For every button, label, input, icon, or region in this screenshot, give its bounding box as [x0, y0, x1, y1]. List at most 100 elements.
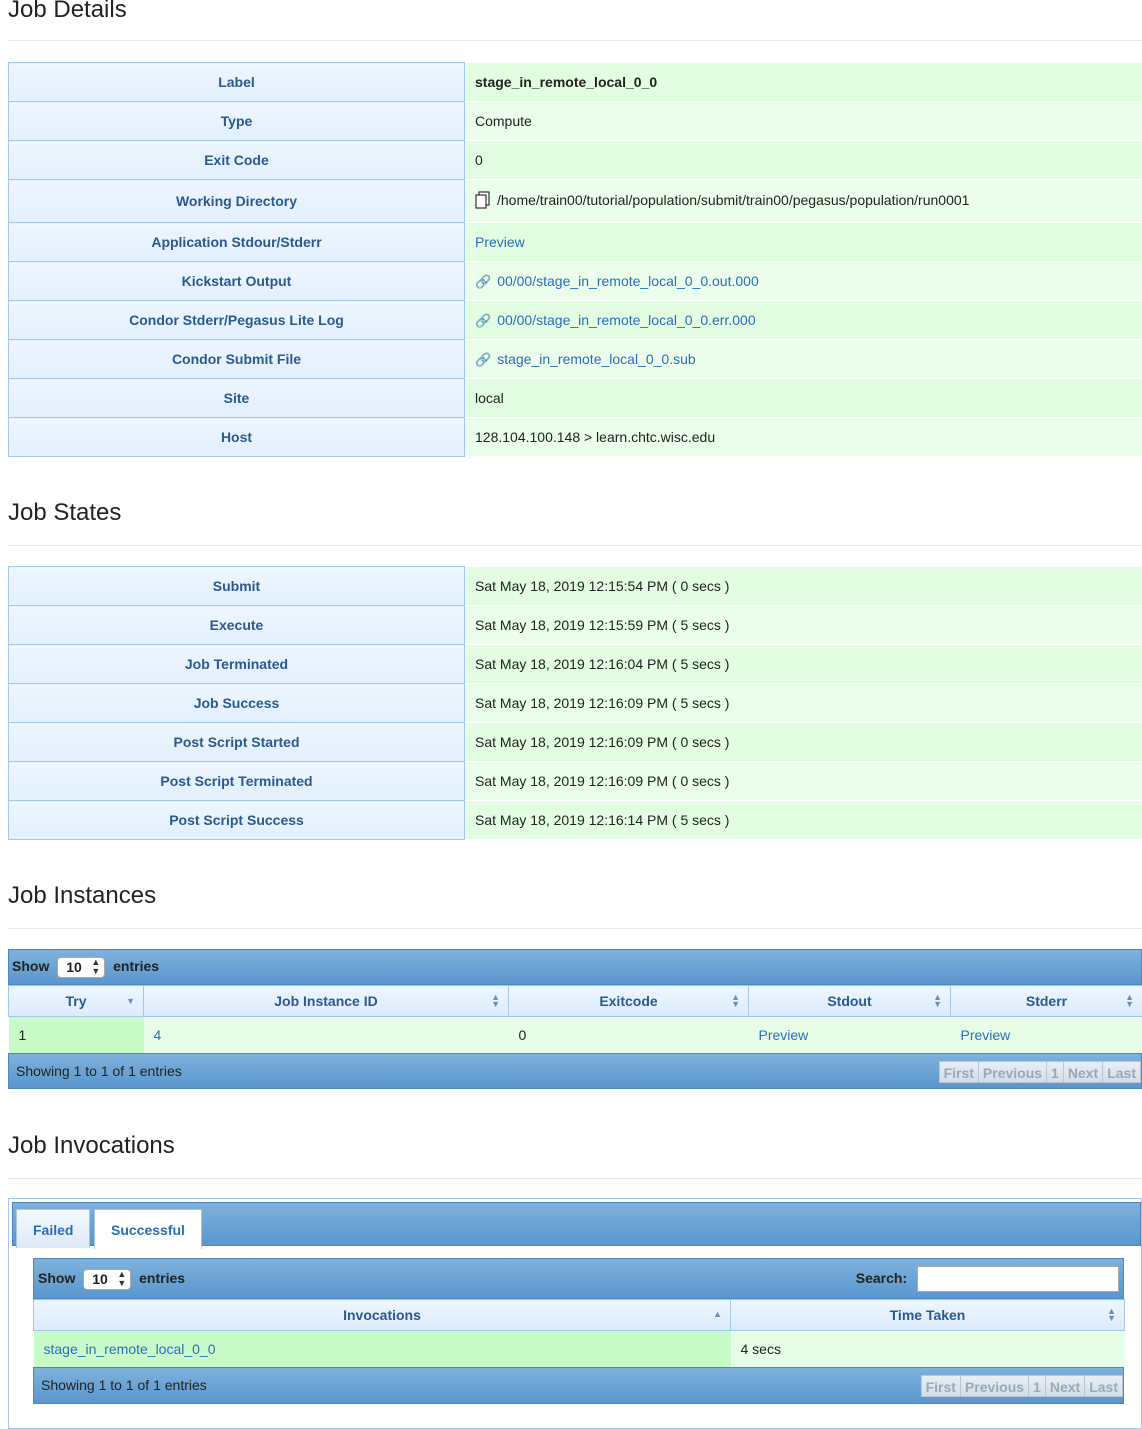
last-button[interactable]: Last [1102, 1061, 1141, 1083]
detail-value-submit-file: 🔗 stage_in_remote_local_0_0.sub [464, 339, 1142, 379]
state-key: Execute [8, 605, 465, 645]
detail-row-submit-file: Condor Submit File 🔗 stage_in_remote_loca… [8, 339, 1142, 379]
detail-row-exit-code: Exit Code 0 [8, 140, 1142, 180]
tab-failed[interactable]: Failed [16, 1209, 91, 1248]
state-row: Job Success Sat May 18, 2019 12:16:09 PM… [8, 683, 1142, 723]
detail-value-label: stage_in_remote_local_0_0 [464, 62, 1142, 102]
tab-successful[interactable]: Successful [94, 1209, 202, 1249]
page-size-select[interactable]: 10 ▲ ▼ [83, 1268, 132, 1290]
select-arrows-icon: ▲ ▼ [117, 1268, 127, 1288]
invocations-length-bar: Show 10 ▲ ▼ entries Search: [33, 1258, 1124, 1299]
state-key: Job Success [8, 683, 465, 723]
working-directory-path: /home/train00/tutorial/population/submit… [497, 191, 970, 208]
detail-row-host: Host 128.104.100.148 > learn.chtc.wisc.e… [8, 417, 1142, 457]
link-icon: 🔗 [475, 351, 492, 367]
clipboard-icon[interactable] [475, 190, 491, 212]
column-header-exitcode[interactable]: Exitcode ▲ ▼ [508, 985, 749, 1017]
cell-stdout: Preview [748, 1016, 951, 1053]
instances-table: Try ▼ Job Instance ID ▲ ▼ Exitcode ▲ ▼ Stdout… [8, 985, 1142, 1053]
column-header-time-taken[interactable]: Time Taken ▲ ▼ [730, 1299, 1125, 1331]
stdout-preview-link[interactable]: Preview [759, 1027, 809, 1043]
show-label: Show [12, 958, 50, 974]
detail-value-working-directory: /home/train00/tutorial/population/submit… [464, 179, 1142, 223]
detail-row-type: Type Compute [8, 101, 1142, 141]
job-states-table: Submit Sat May 18, 2019 12:15:54 PM ( 0 … [8, 566, 1142, 840]
column-header-invocations[interactable]: Invocations ▲ [33, 1299, 731, 1331]
instances-info-bar: Showing 1 to 1 of 1 entries First Previo… [8, 1053, 1142, 1089]
column-header-stderr[interactable]: Stderr ▲ ▼ [950, 985, 1142, 1017]
detail-key: Site [8, 378, 465, 418]
sort-both-icon: ▲ ▼ [1107, 1306, 1116, 1323]
link-icon: 🔗 [475, 312, 492, 328]
detail-key: Application Stdour/Stderr [8, 222, 465, 262]
divider [8, 545, 1142, 546]
tab-strip: Failed Successful [12, 1202, 1141, 1249]
invocation-link[interactable]: stage_in_remote_local_0_0 [44, 1341, 216, 1357]
detail-row-working-directory: Working Directory /home/train00/tutorial… [8, 179, 1142, 223]
detail-value-kickstart: 🔗 00/00/stage_in_remote_local_0_0.out.000 [464, 261, 1142, 301]
job-details-title: Job Details [8, 0, 127, 23]
cell-stderr: Preview [950, 1016, 1142, 1053]
detail-row-site: Site local [8, 378, 1142, 418]
kickstart-output-link[interactable]: 00/00/stage_in_remote_local_0_0.out.000 [497, 273, 759, 289]
table-row: 1 4 0 Preview Preview [8, 1016, 1142, 1053]
page-button[interactable]: 1 [1028, 1375, 1046, 1397]
detail-key: Working Directory [8, 179, 465, 223]
condor-submit-file-link[interactable]: stage_in_remote_local_0_0.sub [497, 351, 695, 367]
state-value: Sat May 18, 2019 12:16:09 PM ( 0 secs ) [464, 722, 1142, 762]
detail-value-host: 128.104.100.148 > learn.chtc.wisc.edu [464, 417, 1142, 457]
next-button[interactable]: Next [1062, 1061, 1104, 1083]
stderr-preview-link[interactable]: Preview [961, 1027, 1011, 1043]
state-key: Post Script Terminated [8, 761, 465, 801]
page-size-select[interactable]: 10 ▲ ▼ [57, 956, 106, 978]
cell-exitcode: 0 [508, 1016, 749, 1053]
sort-both-icon: ▲ ▼ [933, 992, 942, 1009]
search-input[interactable] [917, 1266, 1119, 1293]
divider [8, 1178, 1142, 1179]
instances-length-bar: Show 10 ▲ ▼ entries [8, 949, 1142, 985]
sort-asc-icon: ▲ [713, 1309, 722, 1319]
condor-stderr-link[interactable]: 00/00/stage_in_remote_local_0_0.err.000 [497, 312, 755, 328]
preview-link[interactable]: Preview [475, 234, 525, 250]
state-value: Sat May 18, 2019 12:16:04 PM ( 5 secs ) [464, 644, 1142, 684]
invocations-table: Invocations ▲ Time Taken ▲ ▼ stage_in_remot… [33, 1299, 1125, 1367]
next-button[interactable]: Next [1044, 1375, 1086, 1397]
state-value: Sat May 18, 2019 12:16:09 PM ( 0 secs ) [464, 761, 1142, 801]
instances-pagination: First Previous 1 Next Last [938, 1061, 1141, 1083]
first-button[interactable]: First [938, 1061, 979, 1083]
sort-desc-icon: ▼ [126, 996, 135, 1006]
column-header-stdout[interactable]: Stdout ▲ ▼ [748, 985, 951, 1017]
link-icon: 🔗 [475, 273, 492, 289]
divider [8, 928, 1142, 929]
sort-both-icon: ▲ ▼ [731, 992, 740, 1009]
state-key: Submit [8, 566, 465, 606]
state-value: Sat May 18, 2019 12:16:09 PM ( 5 secs ) [464, 683, 1142, 723]
detail-value-site: local [464, 378, 1142, 418]
state-value: Sat May 18, 2019 12:16:14 PM ( 5 secs ) [464, 800, 1142, 840]
invocations-pagination: First Previous 1 Next Last [920, 1375, 1123, 1397]
page-button[interactable]: 1 [1046, 1061, 1064, 1083]
state-key: Post Script Started [8, 722, 465, 762]
instance-id-link[interactable]: 4 [154, 1027, 162, 1043]
invocations-tabs: Failed Successful Show 10 ▲ ▼ entries Sear… [8, 1198, 1142, 1429]
job-states-title: Job States [8, 499, 122, 526]
select-arrows-icon: ▲ ▼ [91, 956, 101, 976]
search-area: Search: [856, 1259, 1119, 1297]
last-button[interactable]: Last [1084, 1375, 1123, 1397]
first-button[interactable]: First [920, 1375, 961, 1397]
column-header-try[interactable]: Try ▼ [8, 985, 144, 1017]
cell-time-taken: 4 secs [730, 1330, 1125, 1367]
previous-button[interactable]: Previous [959, 1375, 1030, 1397]
detail-key: Exit Code [8, 140, 465, 180]
column-header-instance-id[interactable]: Job Instance ID ▲ ▼ [143, 985, 509, 1017]
previous-button[interactable]: Previous [977, 1061, 1048, 1083]
state-row: Post Script Terminated Sat May 18, 2019 … [8, 761, 1142, 801]
detail-key: Host [8, 417, 465, 457]
state-key: Job Terminated [8, 644, 465, 684]
detail-key: Kickstart Output [8, 261, 465, 301]
entries-label: entries [113, 958, 160, 974]
divider [8, 40, 1142, 41]
show-label: Show [38, 1270, 76, 1286]
table-row: stage_in_remote_local_0_0 4 secs [33, 1330, 1125, 1367]
detail-value-type: Compute [464, 101, 1142, 141]
